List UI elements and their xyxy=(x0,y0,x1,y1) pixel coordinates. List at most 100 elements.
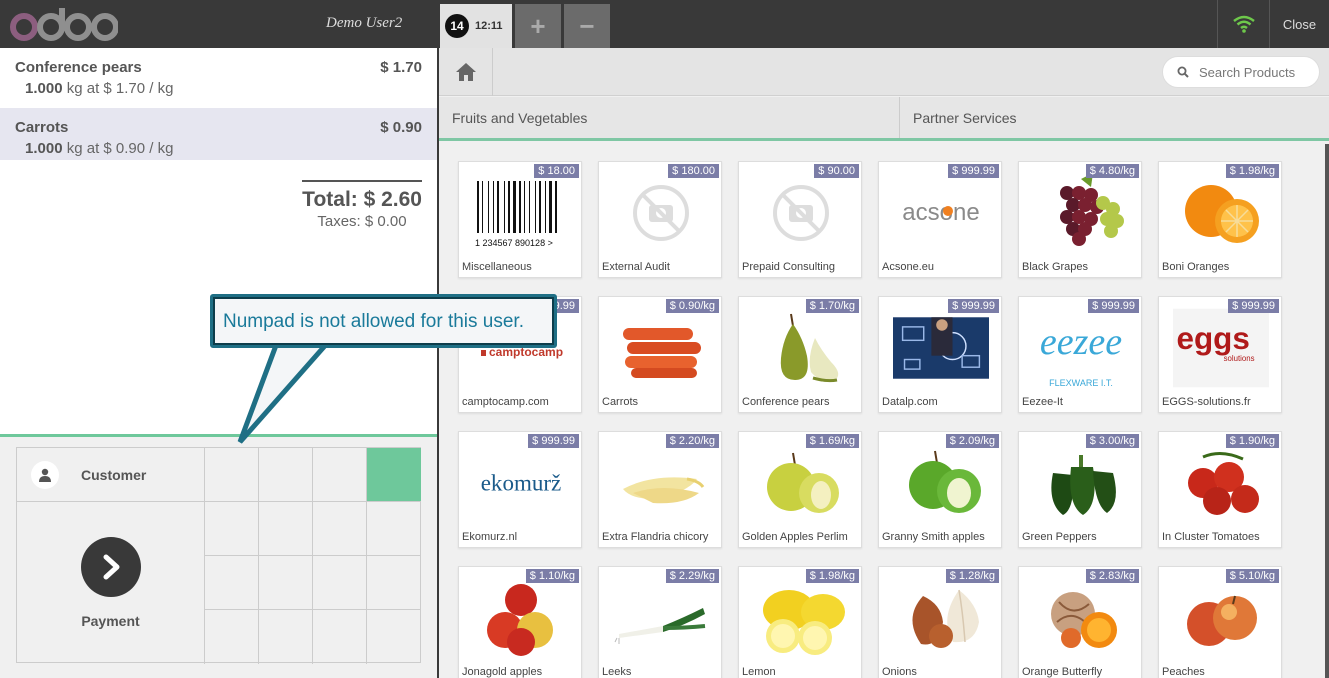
product-card[interactable]: $ 2.83/kg Orange Butterfly xyxy=(1018,566,1142,678)
order-line-selected[interactable]: Carrots $ 0.90 1.000 kg at $ 0.90 / kg xyxy=(0,108,437,160)
svg-text:solutions: solutions xyxy=(1224,354,1255,363)
product-card[interactable]: $ 1.70/kg Conference pears xyxy=(738,296,862,413)
search-input[interactable]: Search Products xyxy=(1199,65,1295,80)
order-line-price: $ 1.70 xyxy=(380,59,422,76)
product-card[interactable]: $ 180.00 External Audit xyxy=(598,161,722,278)
product-card[interactable]: eggs solutions $ 999.99 EGGS-solutions.fr xyxy=(1158,296,1282,413)
barcode-icon: 1 234567 890128 > xyxy=(473,172,569,254)
category-bar: Fruits and Vegetables Partner Services xyxy=(439,97,1329,141)
product-name: Lemon xyxy=(742,666,776,678)
product-price-tag: $ 999.99 xyxy=(528,434,579,448)
search-icon xyxy=(1177,66,1189,78)
numpad-key xyxy=(313,610,367,664)
product-name: Jonagold apples xyxy=(462,666,543,678)
eggs-logo: eggs solutions xyxy=(1173,307,1269,389)
order-line-unit: kg at $ 1.70 / kg xyxy=(66,80,174,97)
orange-icon xyxy=(1173,172,1269,254)
product-card[interactable]: $ 1.69/kg Golden Apples Perlim xyxy=(738,431,862,548)
product-price-tag: $ 2.09/kg xyxy=(945,434,999,448)
onion-icon xyxy=(893,577,989,659)
chicory-icon xyxy=(613,442,709,524)
payment-button[interactable]: Payment xyxy=(17,502,205,664)
product-pane: Search Products Fruits and Vegetables Pa… xyxy=(439,48,1329,678)
product-name: Onions xyxy=(882,666,917,678)
close-button[interactable]: Close xyxy=(1269,0,1329,48)
product-card[interactable]: $ 1.10/kg Jonagold apples xyxy=(458,566,582,678)
product-card[interactable]: $ 2.20/kg Extra Flandria chicory xyxy=(598,431,722,548)
product-card[interactable]: $ 3.00/kg Green Peppers xyxy=(1018,431,1142,548)
order-tab-active[interactable]: 14 12:11 xyxy=(440,4,512,48)
numpad-key xyxy=(259,448,313,502)
user-icon xyxy=(31,460,59,489)
svg-text:eggs: eggs xyxy=(1176,321,1249,356)
red-apple-icon xyxy=(473,577,569,659)
product-name: In Cluster Tomatoes xyxy=(1162,531,1260,543)
order-pane: Conference pears $ 1.70 1.000 kg at $ 1.… xyxy=(0,48,437,678)
product-name: Acsone.eu xyxy=(882,261,934,273)
order-taxes: Taxes: $ 0.00 xyxy=(317,213,407,230)
product-card[interactable]: $ 1.28/kg Onions xyxy=(878,566,1002,678)
grapes-icon xyxy=(1033,172,1129,254)
order-line-info: 1.000 kg at $ 0.90 / kg xyxy=(25,140,422,157)
golden-apple-icon xyxy=(753,442,849,524)
product-name: Black Grapes xyxy=(1022,261,1089,273)
product-card[interactable]: $ 4.80/kg Black Grapes xyxy=(1018,161,1142,278)
home-icon[interactable] xyxy=(439,48,493,96)
product-card[interactable]: 1 234567 890128 > $ 18.00 Miscellaneous xyxy=(458,161,582,278)
numpad-key xyxy=(313,502,367,556)
odoo-logo-icon xyxy=(10,8,118,41)
customer-label: Customer xyxy=(81,466,147,483)
numpad-key xyxy=(367,610,421,664)
numpad-key xyxy=(205,556,259,610)
customer-button[interactable]: Customer xyxy=(17,448,205,502)
orange-butterfly-icon xyxy=(1033,577,1129,659)
order-line-price: $ 0.90 xyxy=(380,119,422,136)
svg-text:acsone: acsone xyxy=(902,199,979,226)
category-partner-services[interactable]: Partner Services xyxy=(900,97,1329,138)
scrollbar[interactable] xyxy=(1325,144,1329,678)
order-line-name: Conference pears xyxy=(15,59,142,76)
product-card[interactable]: $ 90.00 Prepaid Consulting xyxy=(738,161,862,278)
product-card[interactable]: $ 2.29/kg Leeks xyxy=(598,566,722,678)
product-card[interactable]: $ 0.90/kg Carrots xyxy=(598,296,722,413)
wifi-icon[interactable] xyxy=(1217,0,1269,48)
order-line-info: 1.000 kg at $ 1.70 / kg xyxy=(25,80,422,97)
breadcrumb-bar: Search Products xyxy=(439,48,1329,96)
product-price-tag: $ 999.99 xyxy=(1228,299,1279,313)
product-price-tag: $ 1.70/kg xyxy=(805,299,859,313)
numpad-key xyxy=(313,556,367,610)
product-name: Datalp.com xyxy=(882,396,938,408)
product-card[interactable]: acsone $ 999.99 Acsone.eu xyxy=(878,161,1002,278)
product-price-tag: $ 1.98/kg xyxy=(805,569,859,583)
product-card[interactable]: $ 2.09/kg Granny Smith apples xyxy=(878,431,1002,548)
callout-text: Numpad is not allowed for this user. xyxy=(223,311,524,332)
callout-pointer xyxy=(237,338,336,444)
callout-box: Numpad is not allowed for this user. xyxy=(210,294,557,348)
remove-order-button[interactable]: − xyxy=(564,4,610,48)
username[interactable]: Demo User2 xyxy=(326,15,402,32)
product-card[interactable]: eezee FLEXWARE I.T. $ 999.99 Eezee-It xyxy=(1018,296,1142,413)
search-box[interactable]: Search Products xyxy=(1162,56,1320,88)
order-line[interactable]: Conference pears $ 1.70 1.000 kg at $ 1.… xyxy=(0,48,437,100)
product-card[interactable]: ekomurž $ 999.99 Ekomurz.nl xyxy=(458,431,582,548)
numpad-key xyxy=(259,502,313,556)
product-card[interactable]: $ 5.10/kg Peaches xyxy=(1158,566,1282,678)
add-order-button[interactable]: + xyxy=(515,4,561,48)
product-name: Carrots xyxy=(602,396,639,408)
peach-icon xyxy=(1173,577,1269,659)
pepper-icon xyxy=(1033,442,1129,524)
product-card[interactable]: $ 1.98/kg Lemon xyxy=(738,566,862,678)
numpad-key xyxy=(205,610,259,664)
action-pad: Customer Payment xyxy=(16,447,421,664)
datalp-image xyxy=(893,307,989,389)
product-name: External Audit xyxy=(602,261,670,273)
product-price-tag: $ 5.10/kg xyxy=(1225,569,1279,583)
product-card[interactable]: $ 999.99 Datalp.com xyxy=(878,296,1002,413)
product-card[interactable]: $ 1.98/kg Boni Oranges xyxy=(1158,161,1282,278)
no-photo-icon xyxy=(613,172,709,254)
numpad-key xyxy=(367,556,421,610)
product-card[interactable]: $ 1.90/kg In Cluster Tomatoes xyxy=(1158,431,1282,548)
numpad-key xyxy=(205,448,259,502)
product-name: Boni Oranges xyxy=(1162,261,1230,273)
category-fruits-and-vegetables[interactable]: Fruits and Vegetables xyxy=(439,97,900,138)
